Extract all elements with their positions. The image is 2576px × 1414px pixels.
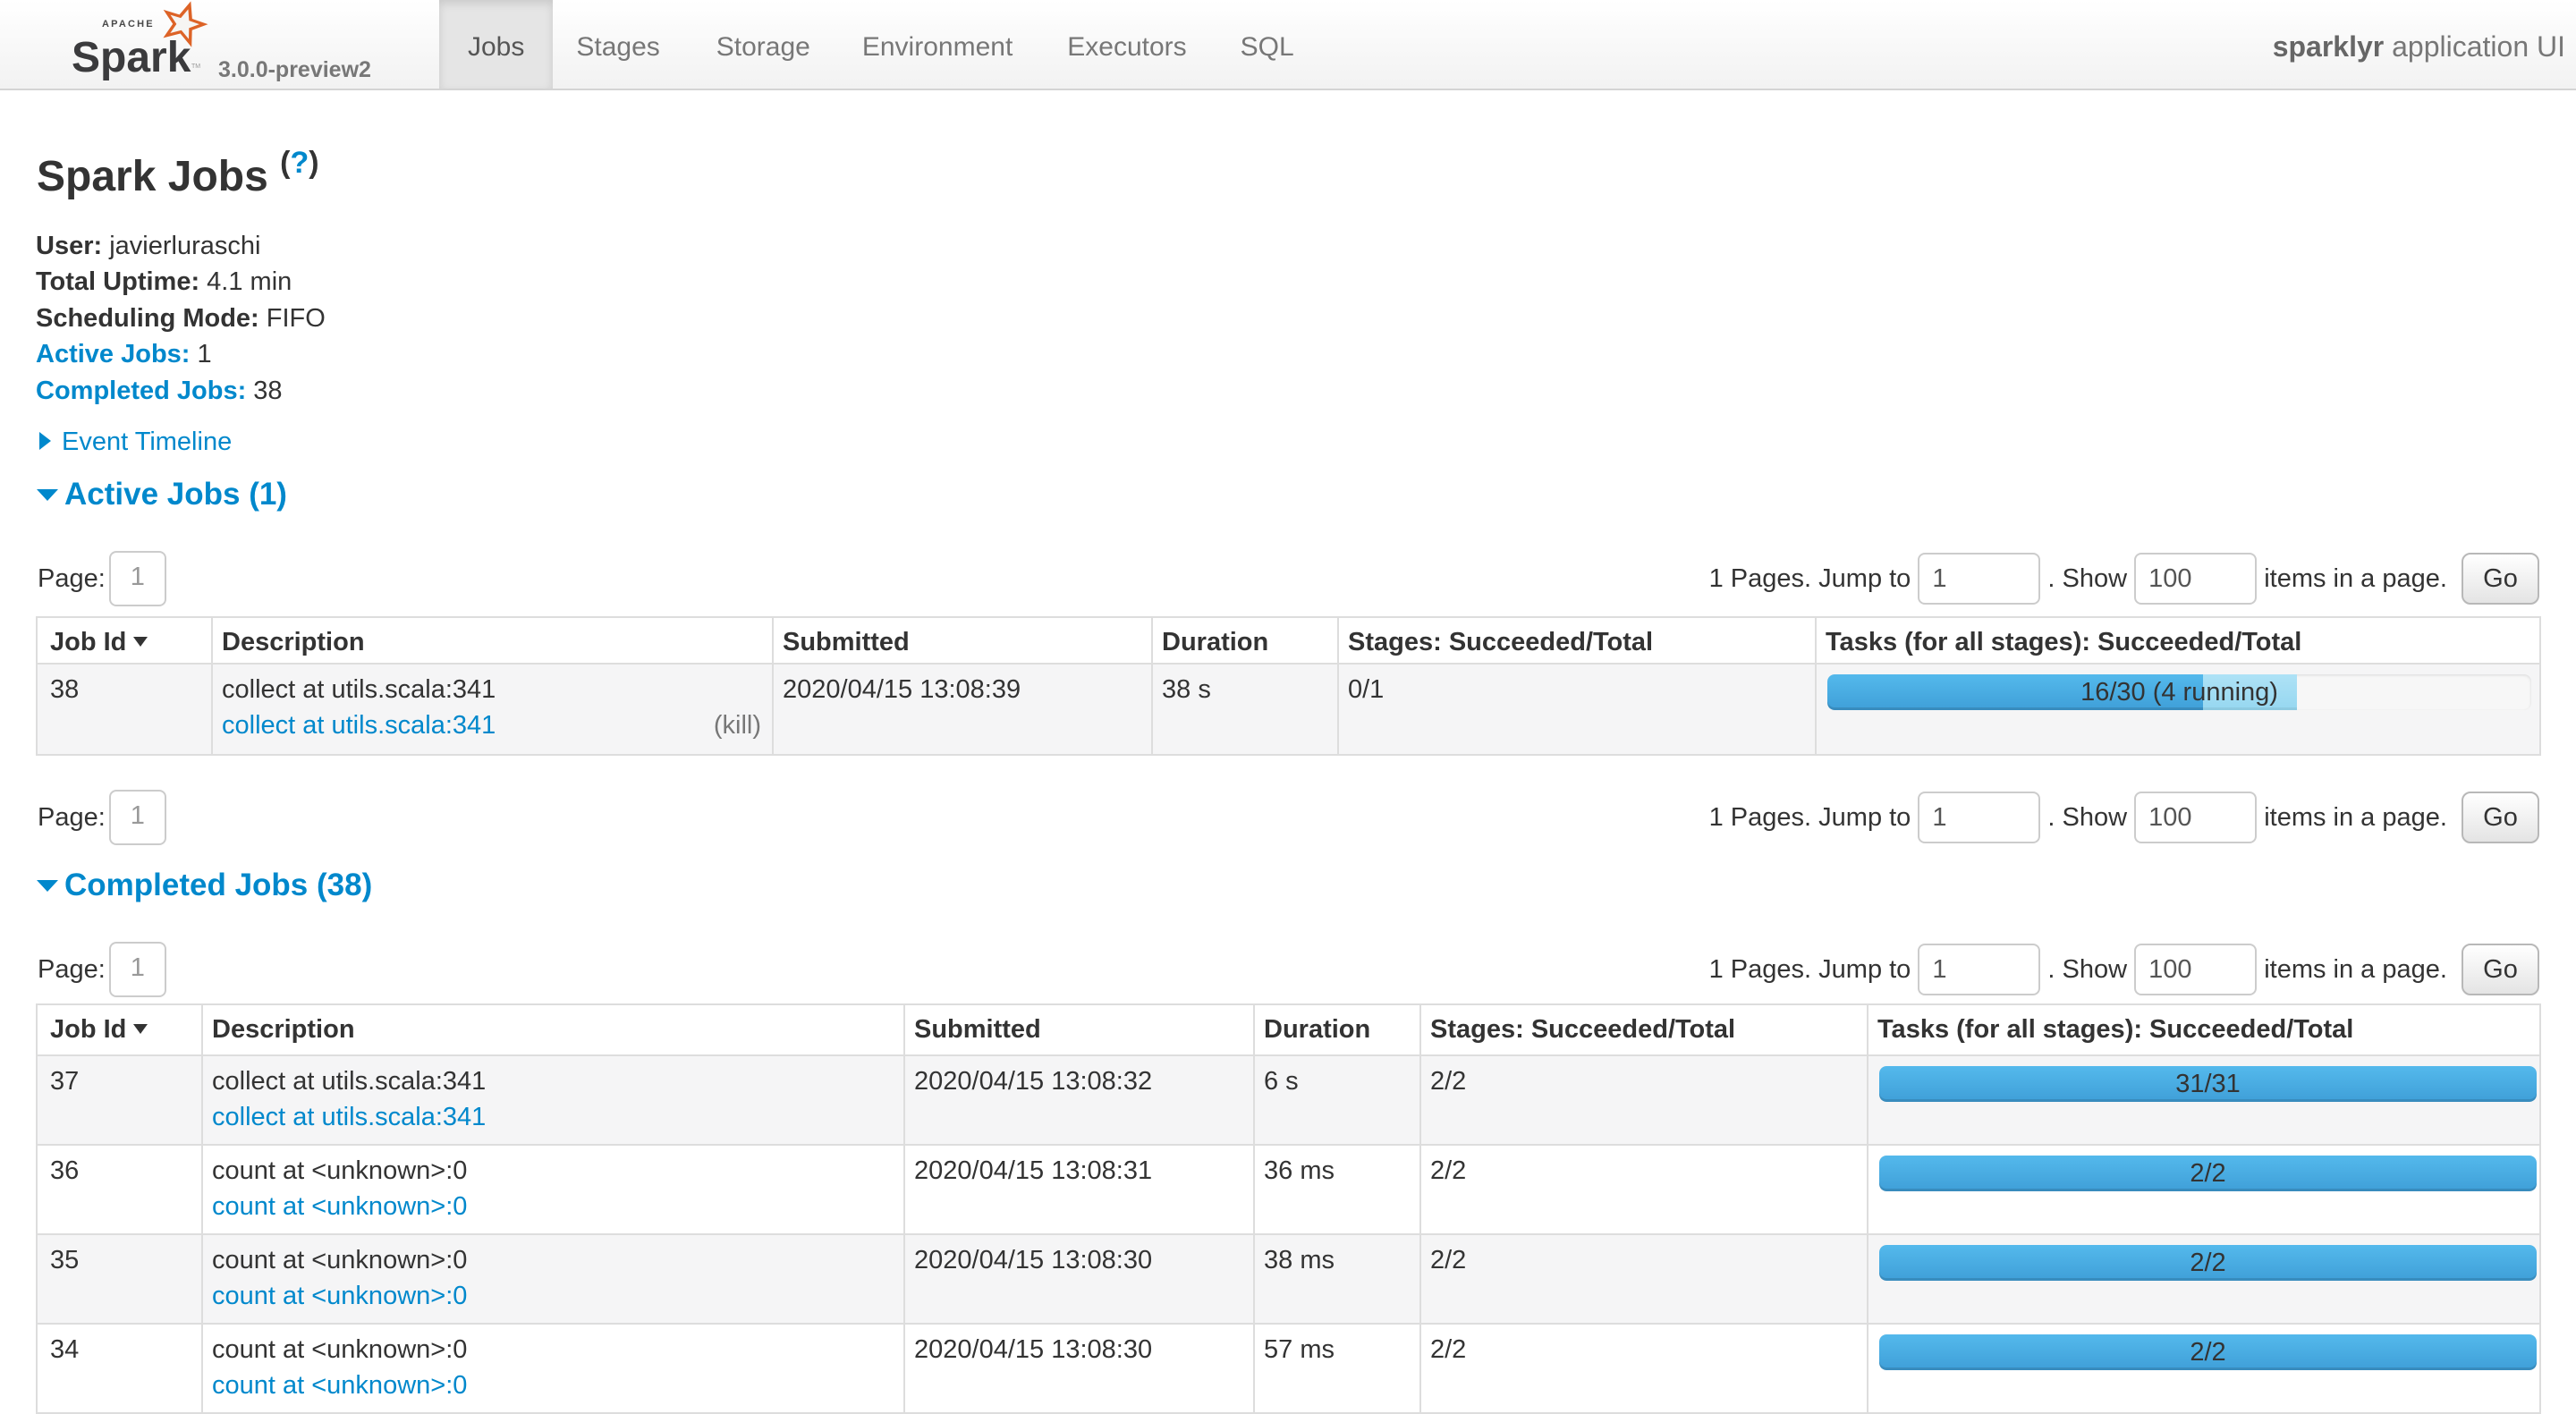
svg-text:Spark: Spark <box>72 34 191 81</box>
svg-text:APACHE: APACHE <box>102 19 155 30</box>
svg-text:TM: TM <box>191 64 200 70</box>
